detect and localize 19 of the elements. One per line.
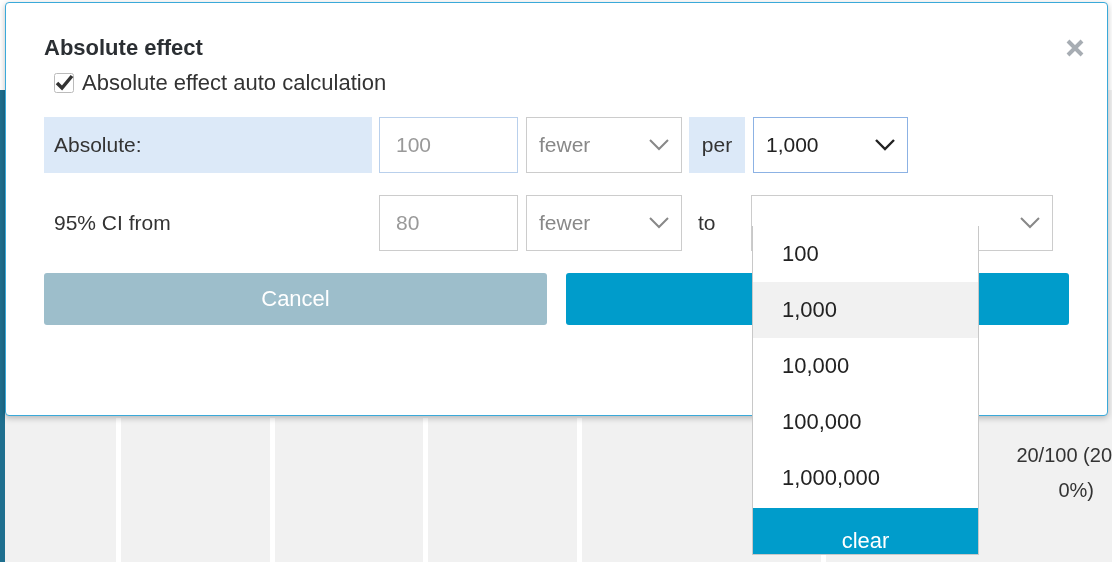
absolute-label: Absolute:: [44, 117, 372, 173]
dropdown-option[interactable]: 1,000: [753, 282, 978, 338]
dropdown-option[interactable]: 1,000,000: [753, 450, 978, 506]
chevron-icon: [1020, 217, 1040, 229]
dropdown-option[interactable]: 100: [753, 226, 978, 282]
dropdown-option[interactable]: 10,000: [753, 338, 978, 394]
checkbox[interactable]: [54, 73, 74, 93]
chevron-icon: [875, 139, 895, 151]
table-cell-text: 20/100 (20: [1016, 443, 1112, 468]
chevron-icon: [649, 139, 669, 151]
to-label: to: [697, 211, 717, 235]
table-cell-text: 0%): [1058, 478, 1094, 503]
dropdown-option[interactable]: 100,000: [753, 394, 978, 450]
per-label: per: [689, 117, 745, 173]
ci-label: 95% CI from: [53, 210, 172, 236]
chevron-icon: [649, 217, 669, 229]
checkbox-label: Absolute effect auto calculation: [82, 70, 387, 96]
close-icon[interactable]: [1065, 38, 1085, 58]
dialog-title: Absolute effect: [44, 35, 203, 61]
